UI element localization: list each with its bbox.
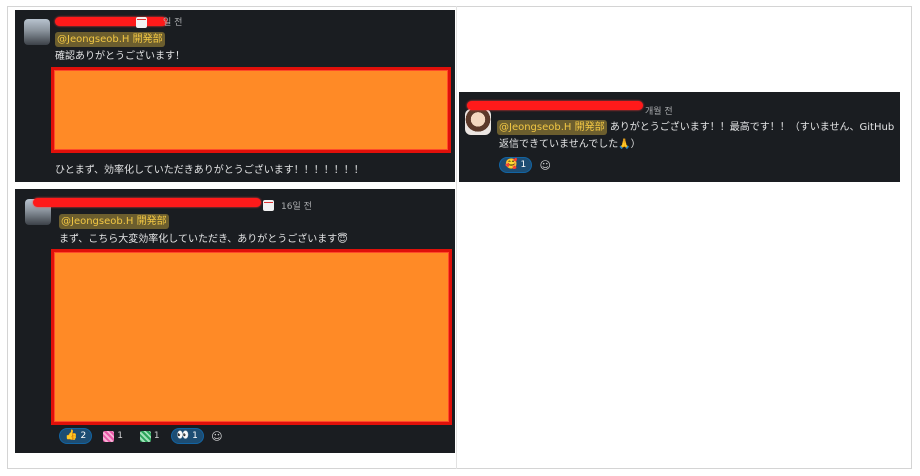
reaction-count: 2 xyxy=(80,431,87,441)
message-card-3: 16일 전 @Jeongseob.H 開発部 まず、こちら大変効率化していただき… xyxy=(15,189,455,453)
message-text: ひとまず、効率化していただきありがとうございます！！！！！！！ xyxy=(55,165,364,176)
reaction-count: 1 xyxy=(117,431,123,441)
column-divider xyxy=(456,6,457,469)
redacted-username xyxy=(467,101,643,110)
redacted-username xyxy=(55,17,167,26)
reaction-count: 1 xyxy=(520,160,527,170)
redacted-attachment xyxy=(51,67,451,153)
user-mention[interactable]: @Jeongseob.H 開発部 xyxy=(59,214,169,229)
message-text: 返信できていませんでした🙏） xyxy=(499,139,641,150)
message-timestamp[interactable]: 개월 전 xyxy=(645,104,673,117)
user-mention[interactable]: @Jeongseob.H 開発部 xyxy=(497,120,607,135)
reaction-eyes[interactable]: 👀 1 xyxy=(170,428,204,444)
calendar-status-icon xyxy=(136,17,147,28)
reaction-pink-custom[interactable]: 1 xyxy=(97,428,129,444)
message-card-1: 일 전 @Jeongseob.H 開発部 確認ありがとうございます！ ひとまず、… xyxy=(15,10,455,182)
reaction-thumbs-up[interactable]: 👍 2 xyxy=(59,428,93,444)
add-reaction-icon[interactable]: ☺ xyxy=(537,157,553,173)
add-reaction-icon[interactable]: ☺ xyxy=(209,428,225,444)
smiling-face-hearts-icon: 🥰 xyxy=(505,159,518,170)
redacted-username xyxy=(33,198,261,207)
redacted-attachment xyxy=(51,249,452,425)
eyes-icon: 👀 xyxy=(176,430,190,441)
reaction-smiling-hearts[interactable]: 🥰 1 xyxy=(499,157,533,173)
message-card-2: 개월 전 @Jeongseob.H 開発部 ありがとうございます！！最高です！！… xyxy=(459,92,900,182)
reaction-green-custom[interactable]: 1 xyxy=(134,428,166,444)
calendar-status-icon xyxy=(263,200,274,211)
user-mention[interactable]: @Jeongseob.H 開発部 xyxy=(55,32,165,47)
message-text: ありがとうございます！！最高です！！（すいません、GitHub xyxy=(609,122,895,133)
message-text: まず、こちら大変効率化していただき、ありがとうございます😇 xyxy=(59,234,348,245)
message-timestamp[interactable]: 16일 전 xyxy=(281,199,312,212)
reaction-count: 1 xyxy=(153,431,160,441)
user-avatar[interactable] xyxy=(24,19,50,45)
pink-custom-emoji-icon xyxy=(103,430,115,442)
thumbs-up-icon: 👍 xyxy=(65,430,78,441)
reaction-count: 1 xyxy=(192,431,198,441)
message-timestamp[interactable]: 일 전 xyxy=(163,15,182,28)
green-custom-emoji-icon xyxy=(139,430,151,442)
user-avatar[interactable] xyxy=(465,109,491,135)
message-text: 確認ありがとうございます！ xyxy=(55,51,185,62)
